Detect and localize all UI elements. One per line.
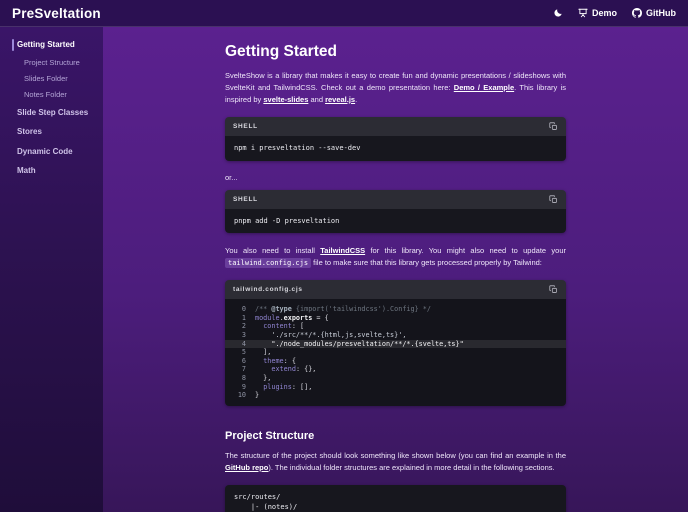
tree-code-body: src/routes/ |- (notes)/ xyxy=(225,484,566,512)
line-number: 8 xyxy=(241,373,246,382)
sidebar-item-slide-step-classes[interactable]: Slide Step Classes xyxy=(0,103,103,123)
tailwind-text-b: for this library. You might also need to… xyxy=(365,246,567,255)
code-block-header: SHELL xyxy=(225,189,566,209)
sidebar-item-dynamic-code[interactable]: Dynamic Code xyxy=(0,142,103,162)
line-number: 3 xyxy=(241,330,246,339)
structure-text-a: The structure of the project should look… xyxy=(225,450,566,460)
line-code: module.exports = { xyxy=(255,313,329,322)
code-line-8: 8 }, xyxy=(225,374,566,383)
code-content: npm i presveltation --save-dev xyxy=(225,136,566,161)
line-code: content: [ xyxy=(263,322,305,331)
line-code: plugins: [], xyxy=(263,382,313,391)
intro-text-d: . xyxy=(355,95,358,104)
sidebar-subitem-project-structure[interactable]: Project Structure xyxy=(0,55,103,71)
code-filename-label: tailwind.config.cjs xyxy=(233,286,303,294)
code-line-9: 9 plugins: [], xyxy=(225,383,566,392)
app-logo: PreSveltation xyxy=(12,5,101,21)
line-code: "./node_modules/presveltation/**/*.{svel… xyxy=(255,339,464,348)
line-number: 1 xyxy=(241,313,246,322)
github-icon xyxy=(632,8,642,18)
content-column: Getting Started SvelteShow is a library … xyxy=(225,27,566,512)
copy-icon[interactable] xyxy=(549,194,558,204)
moon-icon xyxy=(554,9,562,17)
top-header: PreSveltation Demo GitHub xyxy=(0,0,688,27)
line-code: extend: {}, xyxy=(271,365,317,374)
code-line-2: 2 content: [ xyxy=(225,322,566,331)
config-code-block: tailwind.config.cjs 0 /** @type {import('… xyxy=(225,280,566,406)
tree-line: |- (notes)/ xyxy=(234,503,298,512)
or-text: or... xyxy=(225,172,238,182)
line-number: 9 xyxy=(241,382,246,391)
code-block-header: SHELL xyxy=(225,117,566,136)
structure-text-b: ). The individual folder structures are … xyxy=(268,462,555,472)
line-code: /** @type {import('tailwindcss').Config}… xyxy=(255,305,431,314)
github-link[interactable]: GitHub xyxy=(632,8,676,18)
line-code: ], xyxy=(255,348,272,357)
shell-code-block-pnpm: SHELL pnpm add -D presveltation xyxy=(225,189,566,233)
copy-icon[interactable] xyxy=(549,122,558,131)
code-line-6: 6 theme: { xyxy=(225,357,566,366)
app: PreSveltation Demo GitHub Getting Starte… xyxy=(0,0,688,512)
sidebar-item-getting-started[interactable]: Getting Started xyxy=(0,35,103,55)
demo-link[interactable]: Demo xyxy=(578,8,617,18)
line-code: theme: { xyxy=(263,356,296,365)
theme-toggle-button[interactable] xyxy=(553,8,563,18)
line-number: 7 xyxy=(241,365,246,374)
code-language-label: SHELL xyxy=(233,195,258,203)
copy-icon[interactable] xyxy=(549,285,558,294)
line-code: }, xyxy=(255,373,272,382)
line-number: 2 xyxy=(241,322,246,331)
line-code: './src/**/*.{html,js,svelte,ts}', xyxy=(255,330,407,339)
tailwind-text-a: You also need to install xyxy=(225,246,321,255)
shell-code-block-npm: SHELL npm i presveltation --save-dev xyxy=(225,117,566,161)
structure-paragraph: The structure of the project should look… xyxy=(225,450,566,474)
github-link-label: GitHub xyxy=(646,8,676,18)
line-number: 6 xyxy=(241,356,246,365)
code-block-header: tailwind.config.cjs xyxy=(225,280,566,300)
code-line-7: 7 extend: {}, xyxy=(225,365,566,374)
sidebar-subitem-notes-folder[interactable]: Notes Folder xyxy=(0,87,103,103)
code-line-1: 1 module.exports = { xyxy=(225,314,566,323)
code-content: pnpm add -D presveltation xyxy=(225,208,566,233)
tailwind-text-c: file to make sure that this library gets… xyxy=(311,258,542,267)
presentation-icon xyxy=(578,8,588,18)
line-code: } xyxy=(255,391,260,400)
tailwindcss-link[interactable]: TailwindCSS xyxy=(320,246,365,255)
header-actions: Demo GitHub xyxy=(553,8,676,18)
tailwind-config-inline-code: tailwind.config.cjs xyxy=(225,258,312,268)
tree-line: src/routes/ xyxy=(234,492,281,501)
sidebar-item-stores[interactable]: Stores xyxy=(0,122,103,142)
code-line-5: 5 ], xyxy=(225,348,566,357)
sidebar-nav: Getting Started Project Structure Slides F… xyxy=(0,35,103,181)
tree-code-block: src/routes/ |- (notes)/ xyxy=(225,484,566,512)
code-language-label: SHELL xyxy=(233,123,258,130)
code-line-0: 0 /** @type {import('tailwindcss').Config… xyxy=(225,305,566,314)
github-repo-link[interactable]: GitHub repo xyxy=(225,463,268,472)
code-line-4: 4 "./node_modules/presveltation/**/*.{sv… xyxy=(225,339,566,349)
section-title-project-structure: Project Structure xyxy=(225,429,315,442)
demo-link-label: Demo xyxy=(591,8,617,18)
demo-example-link[interactable]: Demo / Example xyxy=(454,83,514,92)
body-row: Getting Started Project Structure Slides F… xyxy=(0,27,688,512)
sidebar-item-math[interactable]: Math xyxy=(0,161,103,181)
sidebar-subitem-slides-folder[interactable]: Slides Folder xyxy=(0,71,103,87)
code-line-10: 10} xyxy=(225,391,566,400)
code-line-3: 3 './src/**/*.{html,js,svelte,ts}', xyxy=(225,331,566,340)
revealjs-link[interactable]: reveal.js xyxy=(325,95,355,104)
sidebar: Getting Started Project Structure Slides F… xyxy=(0,27,103,512)
line-number: 4 xyxy=(241,339,246,348)
line-number: 10 xyxy=(237,391,246,400)
line-number: 0 xyxy=(241,305,246,314)
tailwind-paragraph: You also need to install TailwindCSS for… xyxy=(225,245,566,269)
config-code-body: 0 /** @type {import('tailwindcss').Config… xyxy=(225,299,566,406)
line-number: 5 xyxy=(241,348,246,357)
intro-text-c: and xyxy=(308,95,326,104)
page-title: Getting Started xyxy=(225,43,337,60)
main-area[interactable]: Getting Started SvelteShow is a library … xyxy=(103,27,688,512)
svelte-slides-link[interactable]: svelte-slides xyxy=(263,95,308,104)
intro-paragraph: SvelteShow is a library that makes it ea… xyxy=(225,70,566,106)
